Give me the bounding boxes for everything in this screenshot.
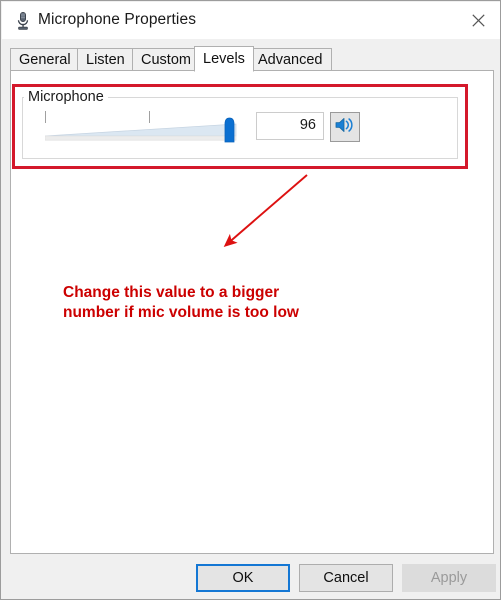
mute-toggle-button[interactable] [330, 112, 360, 142]
annotation-text: Change this value to a bigger number if … [63, 283, 323, 323]
ok-button[interactable]: OK [196, 564, 290, 592]
slider-tick-min [45, 111, 46, 123]
apply-button: Apply [402, 564, 496, 592]
microphone-volume-slider[interactable] [45, 111, 245, 145]
close-icon [471, 13, 485, 27]
slider-track[interactable] [45, 123, 237, 141]
dialog-footer: OK Cancel Apply [2, 555, 500, 599]
microphone-group-label: Microphone [24, 89, 108, 105]
microphone-volume-value: 96 [299, 117, 316, 133]
tab-listen[interactable]: Listen [77, 48, 134, 71]
microphone-icon [14, 11, 32, 31]
slider-tick-mid [149, 111, 150, 123]
microphone-properties-window: Microphone Properties General Listen Cus… [0, 0, 501, 600]
title-bar: Microphone Properties [2, 2, 500, 39]
window-title: Microphone Properties [38, 11, 197, 28]
tab-levels[interactable]: Levels [194, 46, 254, 72]
speaker-on-icon [334, 116, 356, 139]
tab-custom[interactable]: Custom [132, 48, 200, 71]
slider-thumb[interactable] [223, 117, 236, 144]
tab-general[interactable]: General [10, 48, 80, 71]
microphone-volume-input[interactable]: 96 [256, 112, 324, 140]
tab-strip: General Listen Custom Levels Advanced [10, 46, 494, 72]
tab-advanced[interactable]: Advanced [249, 48, 332, 71]
cancel-button[interactable]: Cancel [299, 564, 393, 592]
close-button[interactable] [455, 2, 500, 38]
annotation-line-1: Change this value to a bigger [63, 284, 280, 301]
annotation-line-2: number if mic volume is too low [63, 304, 299, 321]
